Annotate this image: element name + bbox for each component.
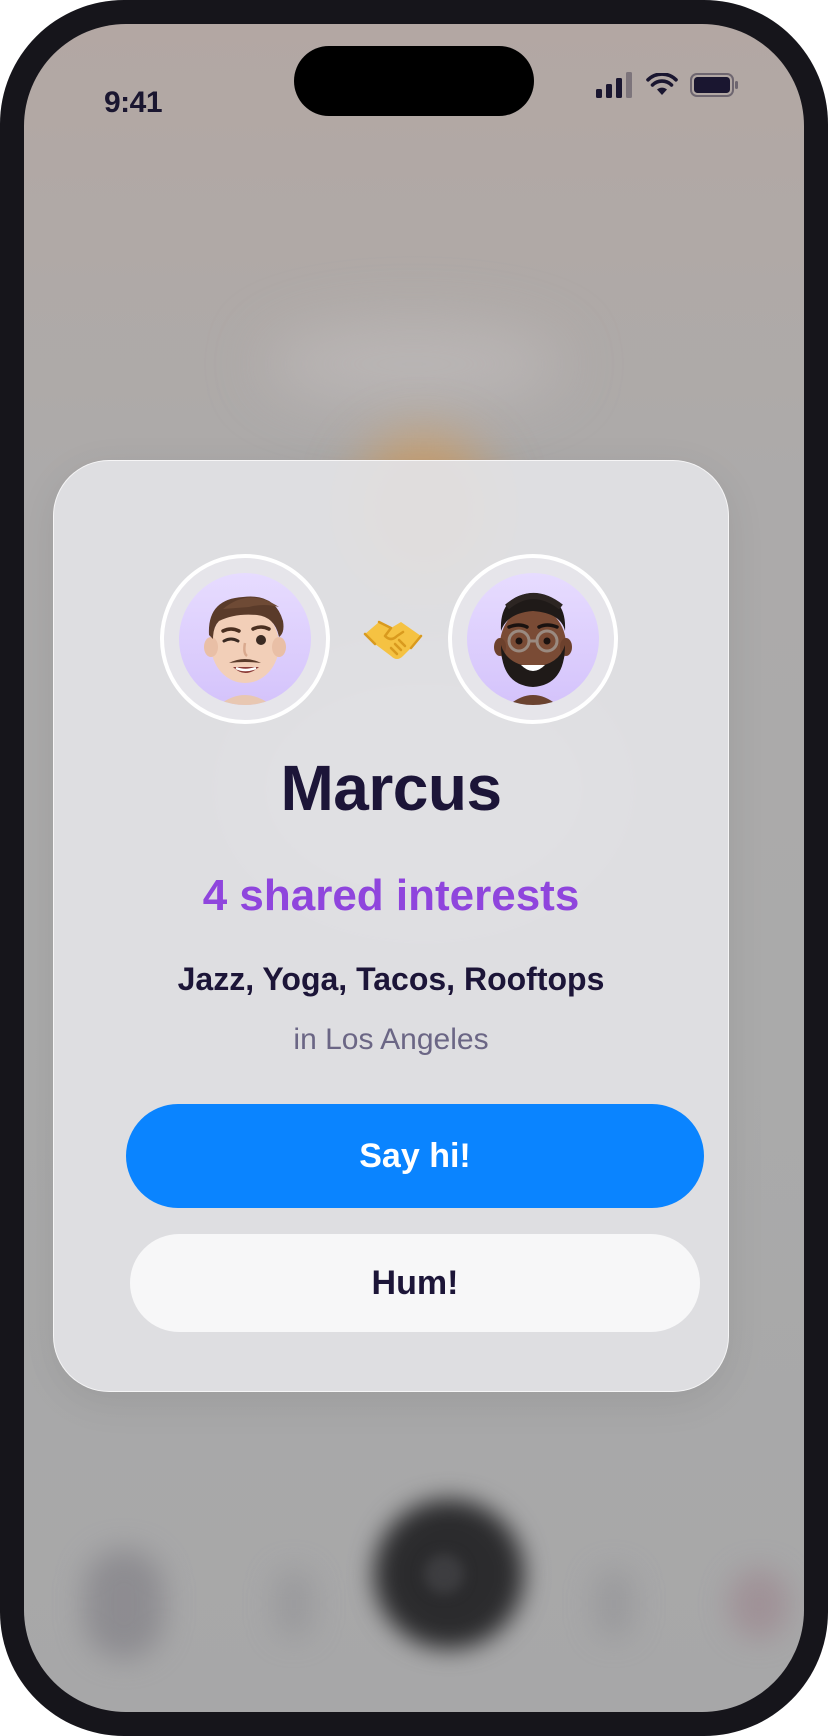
handshake-icon: [363, 620, 423, 659]
wifi-icon: [646, 73, 678, 95]
shared-interests-count: 4 shared interests: [202, 871, 580, 920]
hum-button[interactable]: Hum!: [130, 1234, 700, 1332]
match-name: Marcus: [280, 752, 502, 824]
dynamic-island: [294, 46, 534, 116]
blurred-background-shape: [264, 324, 564, 404]
blurred-tab-item: [729, 1569, 789, 1639]
status-icons: [596, 72, 740, 98]
user-avatar: [160, 554, 330, 724]
blurred-center-button-inner: [424, 1554, 464, 1594]
phone-frame: 9:41 Marcus 4 shared interests Jazz, Yog…: [0, 0, 828, 1736]
bearded-man-glasses-memoji-icon: [494, 593, 572, 705]
status-time: 9:41: [104, 86, 163, 119]
say-hi-button[interactable]: Say hi!: [126, 1104, 704, 1208]
interests-list: Jazz, Yoga, Tacos, Rooftops: [177, 961, 605, 997]
blurred-tab-item: [274, 1569, 314, 1639]
match-avatar: [448, 554, 618, 724]
blurred-tab-item: [594, 1569, 634, 1639]
cellular-signal-icon: [596, 72, 632, 98]
match-location: in Los Angeles: [293, 1023, 489, 1056]
blurred-tab-item: [84, 1549, 164, 1659]
winking-man-memoji-icon: [204, 596, 286, 705]
battery-icon: [690, 73, 738, 97]
match-card: Marcus 4 shared interests Jazz, Yoga, Ta…: [53, 460, 729, 1392]
